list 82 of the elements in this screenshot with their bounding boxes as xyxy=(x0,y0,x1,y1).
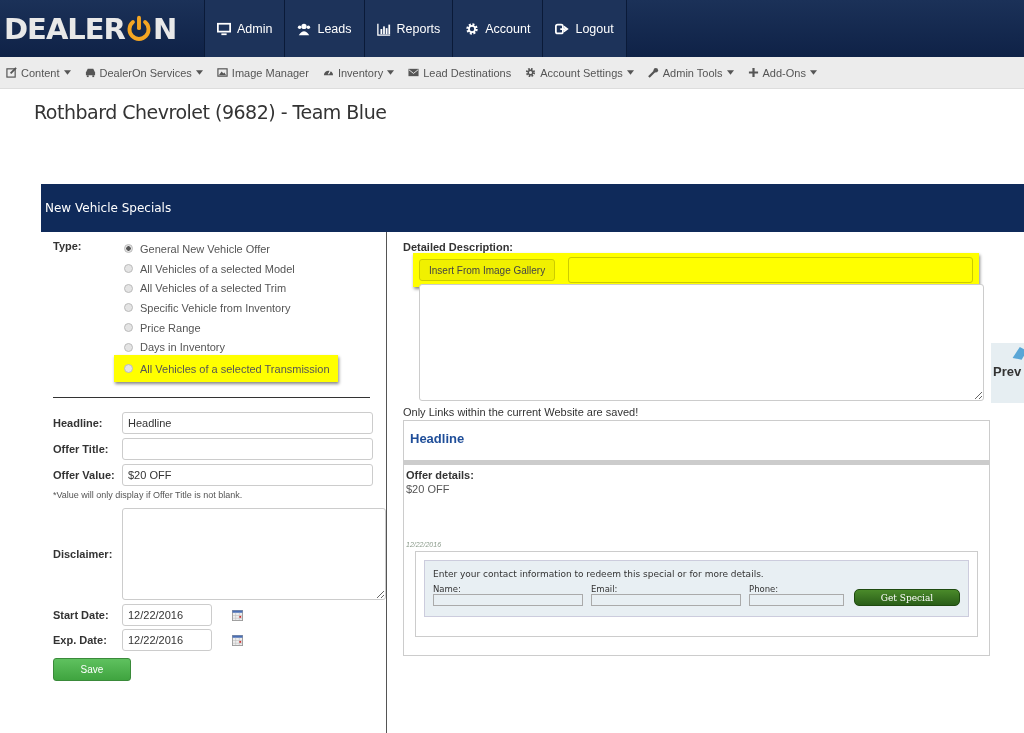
settings-icon xyxy=(465,21,480,36)
input-field[interactable] xyxy=(568,257,973,283)
plus-icon xyxy=(747,67,759,78)
bar-chart-icon xyxy=(376,21,391,36)
preview-headline: Headline xyxy=(409,430,466,448)
radio-button[interactable] xyxy=(124,264,133,274)
input-field[interactable]: Headline xyxy=(122,412,373,435)
calendar-icon[interactable] xyxy=(232,634,243,646)
caret-icon xyxy=(626,70,634,75)
insert-gallery-button[interactable]: Insert From Image Gallery xyxy=(419,259,556,281)
field-label: Detailed Description: xyxy=(403,241,515,253)
users-icon xyxy=(297,21,312,36)
monitor-icon xyxy=(217,21,231,36)
input-field[interactable] xyxy=(591,594,741,606)
option-label[interactable]: All Vehicles of a selected Trim xyxy=(140,282,287,295)
caret-icon xyxy=(387,70,395,75)
date-field[interactable]: 12/22/2016 xyxy=(122,629,212,652)
page-title: Rothbard Chevrolet (9682) - Team Blue xyxy=(33,100,388,125)
caret-icon xyxy=(63,70,71,75)
menu-item[interactable]: Admin Tools xyxy=(647,66,734,79)
input-field[interactable] xyxy=(122,438,373,461)
radio-button[interactable] xyxy=(124,244,133,254)
date-field[interactable]: 12/22/2016 xyxy=(122,604,212,627)
radio-button[interactable] xyxy=(124,342,133,352)
input-field[interactable]: $20 OFF xyxy=(122,464,373,487)
radio-button[interactable] xyxy=(124,323,133,333)
nav-tab[interactable]: Admin xyxy=(204,0,285,57)
logout-icon xyxy=(555,21,570,36)
option-label[interactable]: Specific Vehicle from Inventory xyxy=(140,301,291,314)
caret-icon xyxy=(195,70,203,75)
calendar-icon[interactable] xyxy=(232,609,243,621)
option-label[interactable]: General New Vehicle Offer xyxy=(140,242,271,255)
get-special-button[interactable]: Get Special xyxy=(854,589,960,606)
input-field[interactable] xyxy=(749,594,844,606)
panel-title: New Vehicle Specials xyxy=(45,201,172,215)
field-label: Phone: xyxy=(749,584,780,594)
menu-item[interactable]: Content xyxy=(6,66,71,79)
caret-icon xyxy=(726,70,734,75)
nav-tab[interactable]: Logout xyxy=(542,0,627,57)
wrench-icon xyxy=(647,67,659,78)
nav-tab[interactable]: Account xyxy=(452,0,543,57)
hint-text: *Value will only display if Offer Title is not blank. xyxy=(53,490,244,501)
menu-item[interactable]: Account Settings xyxy=(525,66,634,79)
menu-item[interactable]: Add-Ons xyxy=(747,66,817,79)
option-label[interactable]: Price Range xyxy=(140,321,201,334)
info-text: Only Links within the current Website are saved! xyxy=(403,406,640,418)
field-label: Offer Value: xyxy=(53,469,116,482)
menu-item[interactable]: Image Manager xyxy=(216,66,309,79)
logo-text: DEALER xyxy=(4,11,125,46)
field-label: Headline: xyxy=(53,417,104,430)
input-field[interactable] xyxy=(433,594,583,606)
car-icon xyxy=(84,67,96,78)
disclaimer-field[interactable] xyxy=(122,508,386,601)
envelope-icon xyxy=(408,67,420,78)
field-label: Offer Title: xyxy=(53,443,110,456)
radio-button[interactable] xyxy=(124,303,133,313)
field-label: Email: xyxy=(591,584,619,594)
menu-item[interactable]: Lead Destinations xyxy=(408,66,512,79)
field-label: Name: xyxy=(433,584,462,594)
menu-item[interactable]: DealerOn Services xyxy=(84,66,203,79)
field-label: Type: xyxy=(53,240,83,254)
settings-icon xyxy=(525,67,537,78)
radio-button[interactable] xyxy=(124,364,133,374)
menu-item[interactable]: Inventory xyxy=(322,66,395,79)
option-label[interactable]: Days in Inventory xyxy=(140,341,225,354)
field-label: Start Date: xyxy=(53,609,110,622)
image-icon xyxy=(216,67,228,78)
nav-tab[interactable]: Leads xyxy=(284,0,364,57)
nav-tab[interactable]: Reports xyxy=(363,0,453,57)
power-icon xyxy=(125,14,152,43)
option-label[interactable]: All Vehicles of a selected Model xyxy=(140,262,295,275)
logo-text: N xyxy=(152,11,177,46)
offer-details-label: Offer details: xyxy=(405,468,475,481)
preview-button[interactable]: Prev xyxy=(991,343,1024,403)
radio-button[interactable] xyxy=(124,283,133,293)
offer-value: $20 OFF xyxy=(405,482,451,495)
form-prompt: Enter your contact information to redeem this special or for more details. xyxy=(433,569,765,579)
pencil-icon xyxy=(6,67,17,78)
caret-icon xyxy=(809,70,817,75)
description-field[interactable] xyxy=(419,284,984,401)
field-label: Disclaimer: xyxy=(53,548,114,561)
field-label: Exp. Date: xyxy=(53,634,108,647)
